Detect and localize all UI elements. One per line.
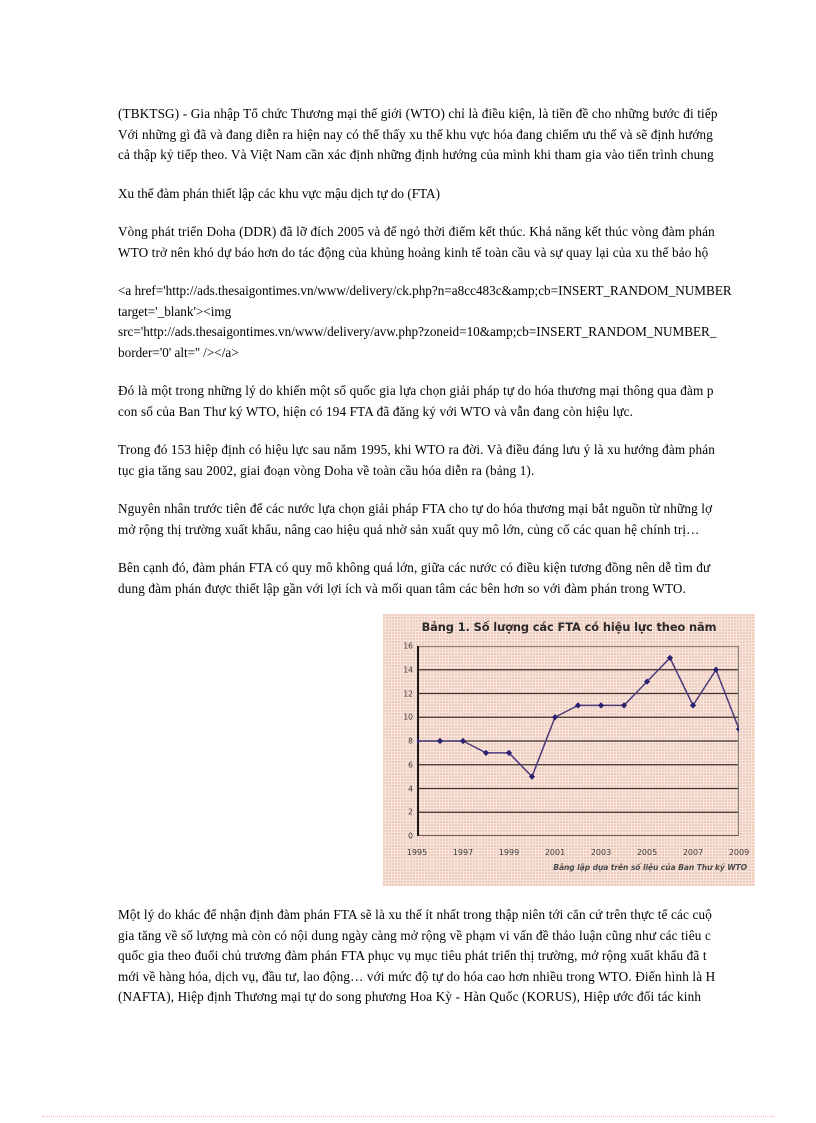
paragraph-ben-canh: Bên cạnh đó, đàm phán FTA có quy mô khôn… (118, 558, 816, 599)
text-line: con số của Ban Thư ký WTO, hiện có 194 F… (118, 403, 634, 419)
code-line: target='_blank'><img (118, 303, 232, 319)
paragraph-since-1995: Trong đó 153 hiệp định có hiệu lực sau n… (118, 440, 816, 481)
text-line: mới về hàng hóa, dịch vụ, đầu tư, lao độ… (118, 968, 716, 984)
paragraph-doha: Vòng phát triển Doha (DDR) đã lỡ đích 20… (118, 222, 816, 263)
text-line: WTO trở nên khó dự báo hơn do tác động c… (118, 244, 709, 260)
chart-y-tick-label: 8 (408, 736, 413, 746)
text-line: Xu thế đàm phán thiết lập các khu vực mậ… (118, 185, 440, 201)
chart-y-tick-label: 14 (403, 665, 413, 675)
text-line: Với những gì đã và đang diễn ra hiện nay… (118, 126, 713, 142)
code-line: <a href='http://ads.thesaigontimes.vn/ww… (118, 283, 732, 298)
document-body: (TBKTSG) - Gia nhập Tổ chức Thương mại t… (118, 104, 816, 617)
text-line: Trong đó 153 hiệp định có hiệu lực sau n… (118, 442, 715, 457)
text-line: mở rộng thị trường xuất khẩu, nâng cao h… (118, 521, 700, 537)
code-line: border='0' alt='' /></a> (118, 344, 239, 360)
text-line: gia tăng về số lượng mà còn có nội dung … (118, 927, 711, 943)
text-line: Một lý do khác để nhận định đàm phán FTA… (118, 907, 712, 922)
chart-y-tick-label: 6 (408, 760, 413, 770)
chart-source-note: Bảng lập dựa trên số liệu của Ban Thư ký… (553, 863, 747, 872)
chart-x-tick-label: 2003 (590, 848, 612, 857)
document-body-lower: Một lý do khác để nhận định đàm phán FTA… (118, 905, 816, 1026)
document-page: (TBKTSG) - Gia nhập Tổ chức Thương mại t… (0, 0, 816, 1123)
paragraph-reason-194: Đó là một trong những lý do khiến một số… (118, 381, 816, 422)
chart-y-tick-label: 10 (403, 712, 413, 722)
line-chart-svg (417, 646, 739, 836)
chart-x-tick-label: 1999 (498, 848, 520, 857)
chart-title: Bảng 1. Số lượng các FTA có hiệu lực the… (421, 620, 717, 634)
text-line: cả thập kỷ tiếp theo. Và Việt Nam cần xá… (118, 147, 714, 162)
chart-y-tick-label: 16 (403, 641, 413, 651)
paragraph-nguyen-nhan: Nguyên nhân trước tiên để các nước lựa c… (118, 499, 816, 540)
paragraph-mot-ly-do-khac: Một lý do khác để nhận định đàm phán FTA… (118, 905, 816, 1008)
chart-y-tick-label: 12 (403, 689, 413, 698)
code-line: src='http://ads.thesaigontimes.vn/www/de… (118, 324, 717, 339)
paragraph-intro: (TBKTSG) - Gia nhập Tổ chức Thương mại t… (118, 104, 816, 166)
text-line: Đó là một trong những lý do khiến một số… (118, 383, 714, 398)
ad-embed-code: <a href='http://ads.thesaigontimes.vn/ww… (118, 281, 816, 363)
paragraph-heading-fta: Xu thế đàm phán thiết lập các khu vực mậ… (118, 184, 816, 205)
chart-y-tick-label: 0 (408, 831, 413, 841)
chart-x-tick-label: 2007 (682, 848, 704, 857)
text-line: dung đàm phán được thiết lập gần với lợi… (118, 580, 687, 596)
text-line: Bên cạnh đó, đàm phán FTA có quy mô khôn… (118, 560, 711, 575)
text-line: Nguyên nhân trước tiên để các nước lựa c… (118, 501, 713, 516)
text-line: Vòng phát triển Doha (DDR) đã lỡ đích 20… (118, 224, 715, 239)
text-line: (NAFTA), Hiệp định Thương mại tự do song… (118, 989, 702, 1004)
chart-plot-area (417, 646, 739, 836)
figure-bang-1: Bảng 1. Số lượng các FTA có hiệu lực the… (383, 614, 755, 886)
chart-x-tick-label: 1995 (406, 848, 428, 857)
text-line: quốc gia theo đuổi chủ trương đàm phán F… (118, 948, 707, 963)
text-line: (TBKTSG) - Gia nhập Tổ chức Thương mại t… (118, 106, 718, 121)
chart-y-tick-label: 4 (408, 784, 413, 793)
chart-x-tick-label: 2005 (636, 848, 658, 857)
chart-x-tick-label: 2001 (544, 848, 566, 857)
text-line: tục gia tăng sau 2002, giai đoạn vòng Do… (118, 462, 535, 478)
chart-x-tick-label: 2009 (728, 848, 750, 857)
page-footer-divider (42, 1116, 774, 1118)
chart-x-tick-label: 1997 (452, 848, 474, 857)
chart-y-tick-label: 2 (408, 807, 413, 817)
